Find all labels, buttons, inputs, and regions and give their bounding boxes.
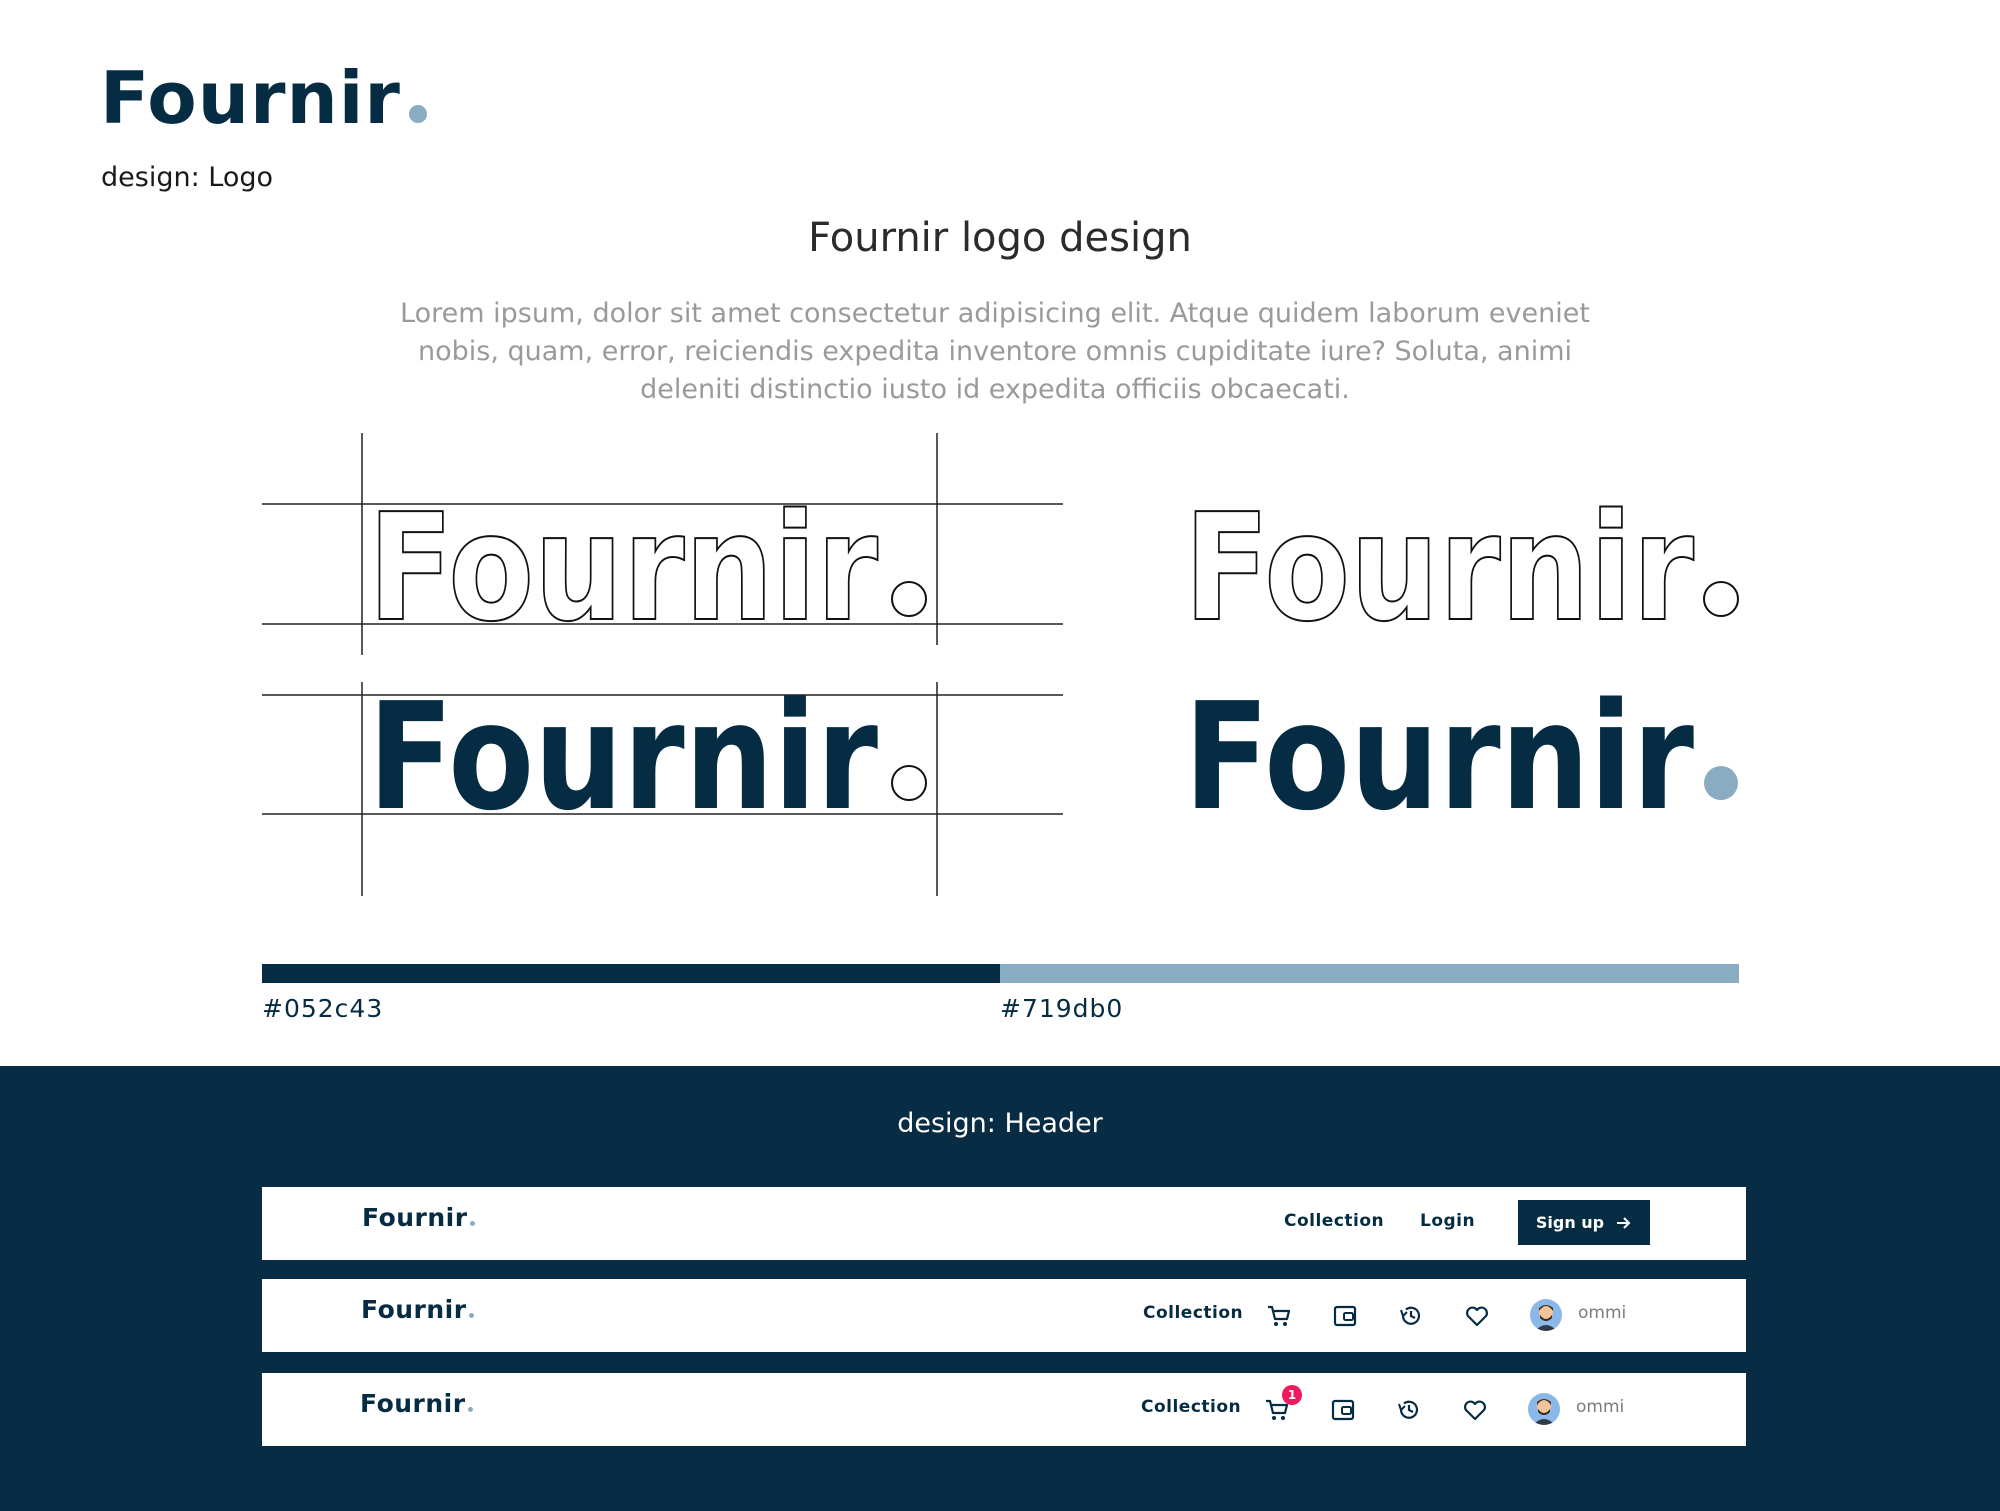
color-swatch-secondary-label: #719db0: [1000, 994, 1124, 1023]
signup-button-label: Sign up: [1535, 1213, 1605, 1232]
header-logo-dot: [467, 1407, 473, 1412]
cart-badge: 1: [1282, 1385, 1302, 1405]
heart-icon[interactable]: [1462, 1397, 1488, 1423]
heart-icon[interactable]: [1464, 1303, 1490, 1329]
avatar-illustration: [1535, 1305, 1557, 1331]
header-logo[interactable]: Fournir: [362, 1205, 475, 1230]
logo-solid: Fournir: [1184, 671, 1694, 843]
logo-solid-grid-dot: [891, 765, 927, 801]
nav-login-link[interactable]: Login: [1420, 1213, 1475, 1230]
nav-collection-link[interactable]: Collection: [1141, 1399, 1241, 1416]
logo-solid-grid: Fournir: [368, 671, 878, 843]
header-logo[interactable]: Fournir: [360, 1391, 473, 1416]
history-icon[interactable]: [1396, 1397, 1422, 1423]
logo-outline: Fournir: [1184, 482, 1694, 654]
header-logo-text: Fournir: [362, 1203, 468, 1232]
username-label[interactable]: ommi: [1576, 1399, 1624, 1416]
logo-outline-grid: Fournir: [368, 482, 878, 654]
signup-button[interactable]: Sign up: [1518, 1200, 1650, 1245]
logo-outline-dot: [1703, 581, 1739, 617]
avatar-illustration: [1533, 1399, 1555, 1425]
nav-collection-link[interactable]: Collection: [1284, 1213, 1384, 1230]
header-logo-text: Fournir: [360, 1389, 466, 1418]
arrow-right-icon: [1617, 1216, 1631, 1229]
wallet-icon[interactable]: [1332, 1303, 1358, 1329]
header-logo-dot: [469, 1221, 475, 1226]
header-section-label: design: Header: [897, 1108, 1103, 1139]
header-variant-cart-badge: Fournir Collection 1 ommi: [262, 1373, 1746, 1446]
header-logo-dot: [468, 1313, 474, 1318]
history-icon[interactable]: [1398, 1303, 1424, 1329]
cart-icon[interactable]: [1266, 1303, 1292, 1329]
header-variant-logged-out: Fournir Collection Login Sign up: [262, 1187, 1746, 1260]
color-swatch-primary-label: #052c43: [262, 994, 384, 1023]
header-logo[interactable]: Fournir: [361, 1297, 474, 1322]
username-label[interactable]: ommi: [1578, 1305, 1626, 1322]
nav-collection-link[interactable]: Collection: [1143, 1305, 1243, 1322]
wallet-icon[interactable]: [1330, 1397, 1356, 1423]
logo-solid-dot: [1704, 766, 1738, 800]
logo-outline-grid-dot: [891, 581, 927, 617]
color-swatch-primary: [262, 964, 1000, 983]
header-variant-logged-in: Fournir Collection ommi: [262, 1279, 1746, 1352]
avatar[interactable]: [1530, 1299, 1562, 1331]
avatar[interactable]: [1528, 1393, 1560, 1425]
logo-construction-art: Fournir Fournir Fournir Fournir: [262, 433, 1739, 896]
color-swatch-secondary: [1000, 964, 1739, 983]
header-logo-text: Fournir: [361, 1295, 467, 1324]
